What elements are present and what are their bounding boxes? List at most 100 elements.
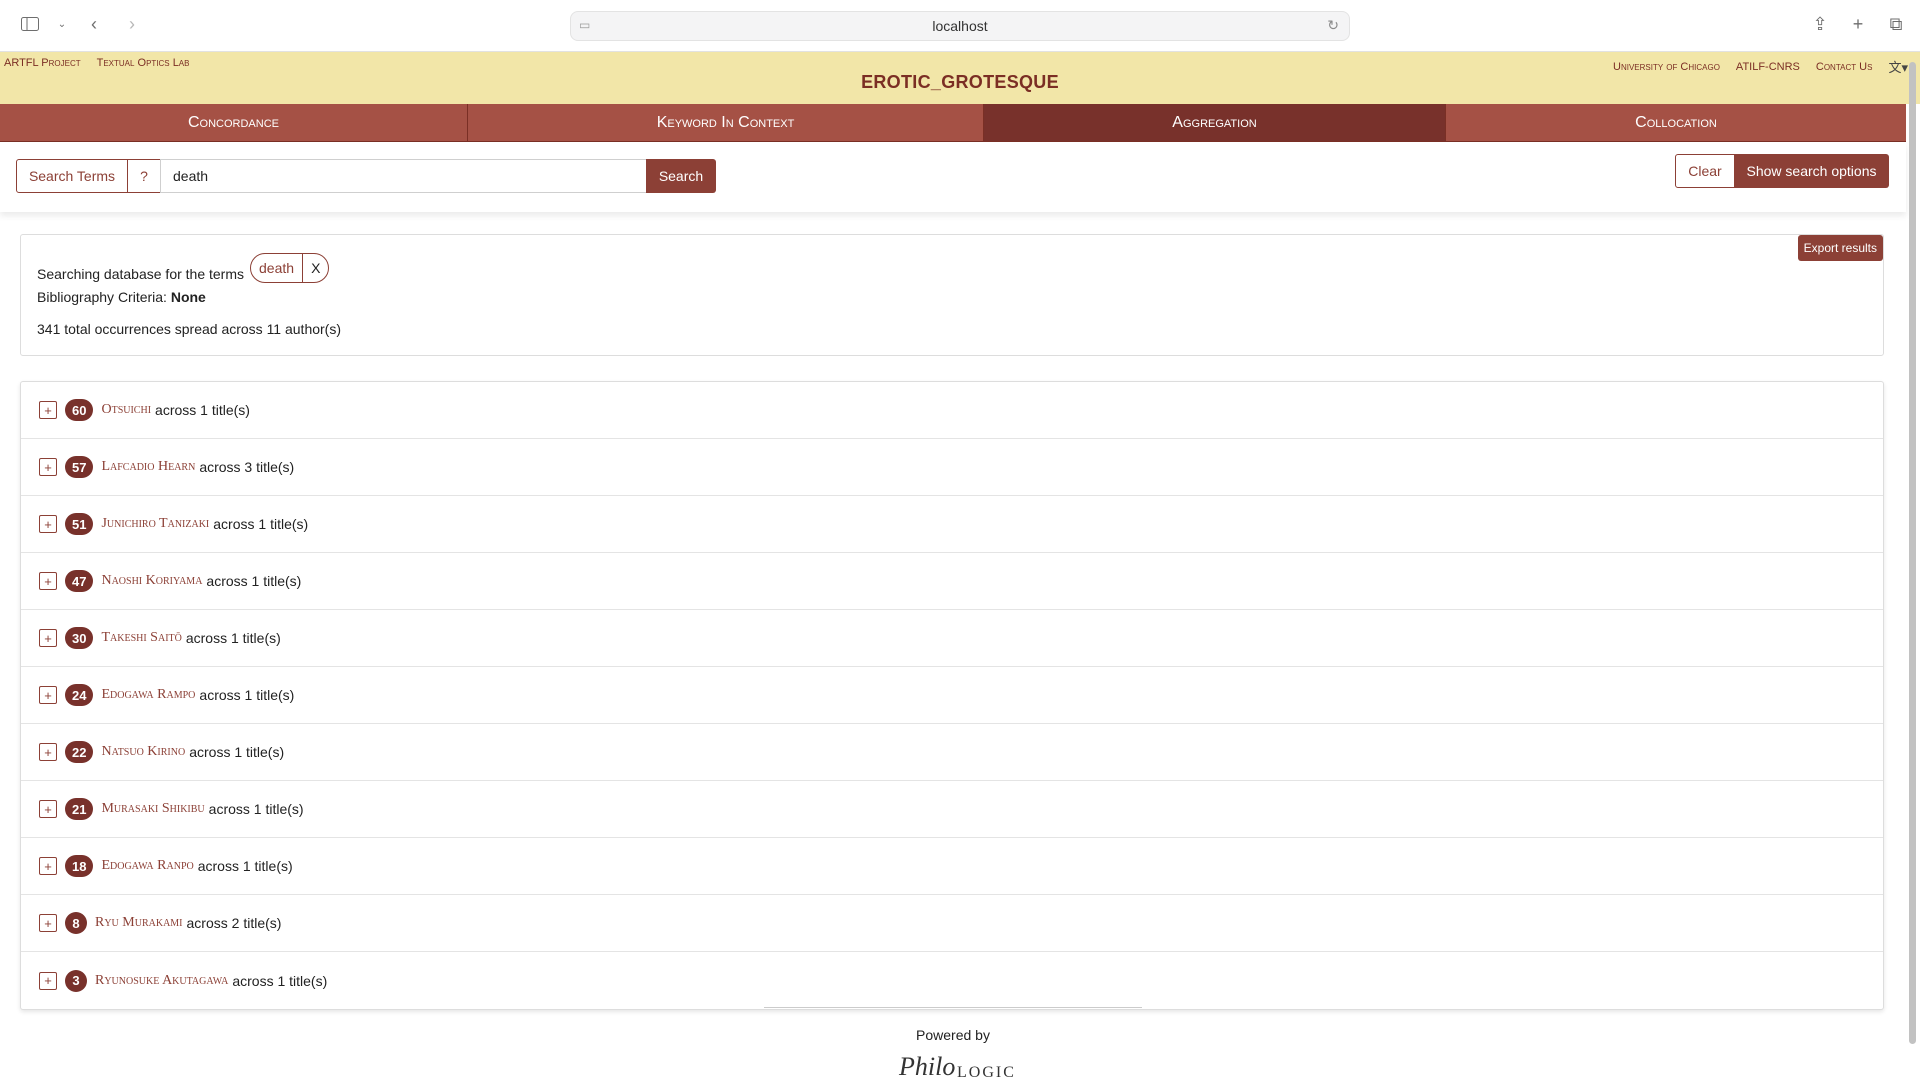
remove-term-button[interactable]: X xyxy=(303,254,328,282)
expand-icon[interactable]: + xyxy=(39,629,57,647)
author-link[interactable]: Murasaki Shikibu xyxy=(101,801,204,817)
atilf-cnrs-link[interactable]: ATILF-CNRS xyxy=(1736,61,1800,73)
list-item: + 51 Junichiro Tanizaki across 1 title(s… xyxy=(21,496,1883,553)
expand-icon[interactable]: + xyxy=(39,857,57,875)
sidebar-toggle-icon[interactable] xyxy=(18,12,42,36)
site-header: ARTFL Project Textual Optics Lab EROTIC_… xyxy=(0,52,1920,104)
titles-count: across 1 title(s) xyxy=(197,858,293,874)
titles-count: across 1 title(s) xyxy=(232,972,328,989)
count-badge: 22 xyxy=(65,741,94,763)
search-form: Search Terms ? Search Clear Show search … xyxy=(0,142,1906,212)
list-item: + 21 Murasaki Shikibu across 1 title(s) xyxy=(21,781,1883,838)
tab-aggregation[interactable]: Aggregation xyxy=(984,104,1446,141)
titles-count: across 3 title(s) xyxy=(199,459,295,475)
header-right-links: University of Chicago ATILF-CNRS Contact… xyxy=(1613,57,1908,76)
expand-icon[interactable]: + xyxy=(39,515,57,533)
new-tab-icon[interactable]: + xyxy=(1846,12,1870,36)
address-bar[interactable]: ▭ localhost ↻ xyxy=(570,11,1350,41)
count-badge: 8 xyxy=(65,912,87,934)
count-badge: 60 xyxy=(65,399,94,421)
tab-overview-icon[interactable]: ⧉ xyxy=(1884,12,1908,36)
expand-icon[interactable]: + xyxy=(39,971,57,990)
search-term-pill: death X xyxy=(250,253,330,283)
share-icon[interactable]: ⇪ xyxy=(1808,12,1832,36)
titles-count: across 1 title(s) xyxy=(185,630,281,646)
search-button[interactable]: Search xyxy=(646,159,716,193)
author-link[interactable]: Edogawa Ranpo xyxy=(101,858,193,874)
tab-concordance[interactable]: Concordance xyxy=(0,104,468,141)
language-selector-icon[interactable]: 文▾ xyxy=(1888,57,1908,76)
expand-icon[interactable]: + xyxy=(39,914,57,932)
titles-count: across 1 title(s) xyxy=(155,402,250,418)
contact-us-link[interactable]: Contact Us xyxy=(1816,61,1873,73)
university-of-chicago-link[interactable]: University of Chicago xyxy=(1613,61,1720,73)
reload-icon[interactable]: ↻ xyxy=(1327,17,1339,34)
browser-toolbar: ⌄ ‹ › ▭ localhost ↻ ⇪ + ⧉ xyxy=(0,0,1920,52)
clear-button[interactable]: Clear xyxy=(1675,154,1735,188)
svg-text:LOGIC: LOGIC xyxy=(957,1064,1015,1080)
list-item: + 18 Edogawa Ranpo across 1 title(s) xyxy=(21,838,1883,895)
list-item: + 24 Edogawa Rampo across 1 title(s) xyxy=(21,667,1883,724)
list-item: + 47 Naoshi Koriyama across 1 title(s) xyxy=(21,553,1883,610)
url-text: localhost xyxy=(932,18,988,34)
expand-icon[interactable]: + xyxy=(39,572,57,590)
search-input[interactable] xyxy=(160,159,647,193)
results-summary: Export results Searching database for th… xyxy=(20,234,1884,356)
report-tabs: Concordance Keyword In Context Aggregati… xyxy=(0,104,1906,142)
header-left-links: ARTFL Project Textual Optics Lab xyxy=(4,57,189,69)
titles-count: across 2 title(s) xyxy=(186,915,282,931)
search-term-label[interactable]: death xyxy=(251,254,304,282)
author-link[interactable]: Lafcadio Hearn xyxy=(101,459,195,475)
tab-keyword-in-context[interactable]: Keyword In Context xyxy=(468,104,984,141)
expand-icon[interactable]: + xyxy=(39,743,57,761)
textual-optics-lab-link[interactable]: Textual Optics Lab xyxy=(97,57,190,69)
total-occurrences: 341 total occurrences spread across 11 a… xyxy=(37,321,342,337)
export-results-button[interactable]: Export results xyxy=(1797,235,1883,261)
expand-icon[interactable]: + xyxy=(39,686,57,704)
search-terms-button[interactable]: Search Terms xyxy=(16,159,128,193)
expand-icon[interactable]: + xyxy=(39,458,57,476)
show-search-options-button[interactable]: Show search options xyxy=(1734,154,1889,188)
search-terms-line: Searching database for the terms death X xyxy=(37,253,330,283)
author-link[interactable]: Takeshi Saitō xyxy=(101,630,181,646)
chevron-down-icon[interactable]: ⌄ xyxy=(56,12,68,36)
count-badge: 18 xyxy=(65,855,94,877)
list-item: + 57 Lafcadio Hearn across 3 title(s) xyxy=(21,439,1883,496)
browser-actions: ⇪ + ⧉ xyxy=(1808,12,1908,36)
count-badge: 3 xyxy=(65,969,87,992)
page-icon: ▭ xyxy=(579,18,591,32)
author-link[interactable]: Junichiro Tanizaki xyxy=(101,516,209,532)
bibliography-value: None xyxy=(170,289,206,305)
count-badge: 57 xyxy=(65,456,94,478)
bibliography-criteria: Bibliography Criteria: None xyxy=(37,289,206,305)
list-item: + 22 Natsuo Kirino across 1 title(s) xyxy=(21,724,1883,781)
back-icon[interactable]: ‹ xyxy=(82,12,106,36)
author-link[interactable]: Otsuichi xyxy=(101,402,151,418)
author-link[interactable]: Edogawa Rampo xyxy=(101,687,195,703)
count-badge: 51 xyxy=(65,513,94,535)
author-link[interactable]: Ryu Murakami xyxy=(95,915,183,931)
page-scrollbar[interactable] xyxy=(1909,62,1916,1044)
forward-icon[interactable]: › xyxy=(120,12,144,36)
count-badge: 21 xyxy=(65,798,94,820)
author-link[interactable]: Naoshi Koriyama xyxy=(101,573,202,589)
list-item: + 30 Takeshi Saitō across 1 title(s) xyxy=(21,610,1883,667)
bibliography-label: Bibliography Criteria: xyxy=(37,289,167,305)
tab-collocation[interactable]: Collocation xyxy=(1446,104,1906,141)
artfl-project-link[interactable]: ARTFL Project xyxy=(4,57,81,69)
titles-count: across 1 title(s) xyxy=(206,573,302,589)
author-link[interactable]: Natsuo Kirino xyxy=(101,744,185,760)
search-help-button[interactable]: ? xyxy=(127,159,161,193)
count-badge: 24 xyxy=(65,684,94,706)
titles-count: across 1 title(s) xyxy=(189,744,285,760)
list-item: + 3 Ryunosuke Akutagawa across 1 title(s… xyxy=(21,952,1883,1009)
aggregation-results: + 60 Otsuichi across 1 title(s) + 57 Laf… xyxy=(20,381,1884,1010)
titles-count: across 1 title(s) xyxy=(208,801,304,817)
philologic-logo[interactable]: Philo LOGIC xyxy=(895,1045,1015,1081)
powered-by-text: Powered by xyxy=(916,1027,990,1043)
svg-text:Philo: Philo xyxy=(898,1052,955,1080)
expand-icon[interactable]: + xyxy=(39,800,57,818)
expand-icon[interactable]: + xyxy=(39,401,57,419)
author-link[interactable]: Ryunosuke Akutagawa xyxy=(95,973,228,989)
count-badge: 47 xyxy=(65,570,94,592)
